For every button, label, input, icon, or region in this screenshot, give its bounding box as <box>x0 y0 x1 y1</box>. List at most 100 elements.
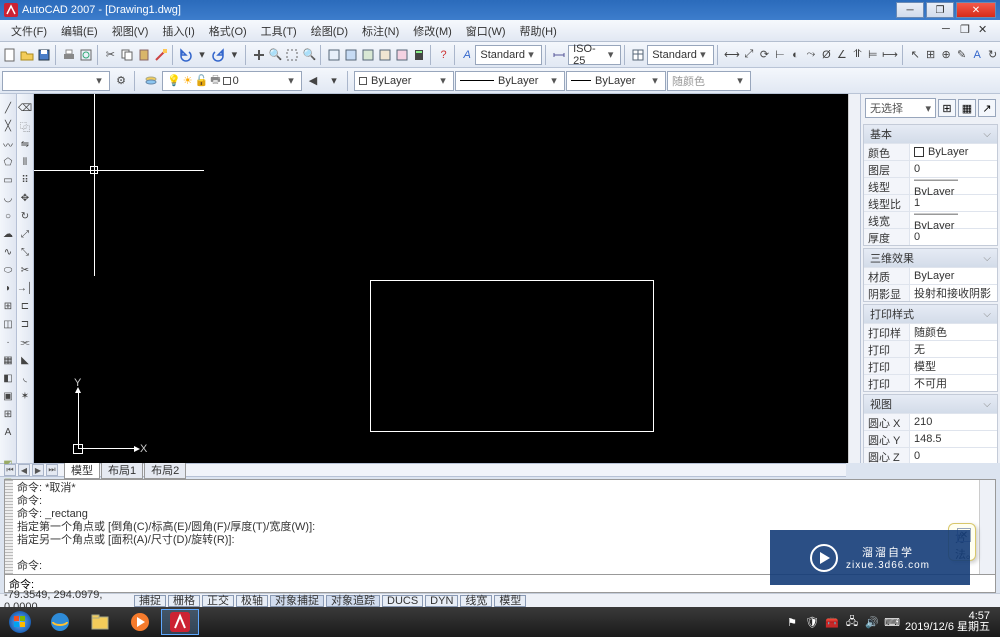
mirror-icon[interactable]: ⇋ <box>17 136 33 152</box>
pan-icon[interactable] <box>251 45 267 65</box>
tab-layout1[interactable]: 布局1 <box>101 461 143 479</box>
properties-icon[interactable] <box>326 45 342 65</box>
dimstyle-icon[interactable] <box>551 45 567 65</box>
save-icon[interactable] <box>36 45 52 65</box>
task-explorer[interactable] <box>81 609 119 635</box>
workspace-settings-icon[interactable]: ⚙ <box>111 71 131 91</box>
dim-tol-icon[interactable]: ⊞ <box>923 45 937 65</box>
scale-icon[interactable]: ⤢ <box>17 226 33 242</box>
tray-clock[interactable]: 4:57 2019/12/6 星期五 <box>905 611 994 633</box>
mode-捕捉[interactable]: 捕捉 <box>134 595 166 607</box>
move-icon[interactable]: ✥ <box>17 190 33 206</box>
tray-network-icon[interactable]: 🖧 <box>845 615 859 629</box>
menu-file[interactable]: 文件(F) <box>4 21 54 41</box>
zoom-prev-icon[interactable]: 🔍 <box>301 45 317 65</box>
hatch-icon[interactable]: ▦ <box>0 352 16 368</box>
xline-icon[interactable]: ╳ <box>0 118 16 134</box>
close-button[interactable]: ✕ <box>956 2 996 18</box>
section-head-basic[interactable]: 基本⌵ <box>864 125 997 143</box>
lineweight-dropdown[interactable]: ByLayer▾ <box>566 71 666 91</box>
pline-icon[interactable]: 〰 <box>0 136 16 152</box>
cmd-scrollbar[interactable] <box>979 480 995 574</box>
quickselect-icon[interactable]: ⊞ <box>938 99 956 117</box>
task-autocad[interactable] <box>161 609 199 635</box>
minimize-button[interactable]: ─ <box>896 2 924 18</box>
menu-tools[interactable]: 工具(T) <box>254 21 304 41</box>
cmd-grip[interactable] <box>5 480 13 574</box>
start-button[interactable] <box>0 607 40 637</box>
table-icon[interactable]: ⊞ <box>0 406 16 422</box>
plotstyle-dropdown[interactable]: 随颜色▾ <box>667 71 751 91</box>
prop-view-1[interactable]: 圆心 Y ...148.5 <box>864 430 997 447</box>
help-icon[interactable]: ? <box>436 45 450 65</box>
markup-icon[interactable] <box>394 45 410 65</box>
layer-states-icon[interactable]: ▾ <box>324 71 344 91</box>
layer-dropdown[interactable]: 💡☀🔓🖶 0 ▾ <box>162 71 302 91</box>
erase-icon[interactable]: ⌫ <box>17 100 33 116</box>
ellipse-icon[interactable]: ⬭ <box>0 262 16 278</box>
break-at-icon[interactable]: ⊏ <box>17 298 33 314</box>
layer-prev-icon[interactable]: ◀ <box>303 71 323 91</box>
plot-preview-icon[interactable] <box>78 45 94 65</box>
prop-plot-1[interactable]: 打印样...无 <box>864 340 997 357</box>
rotate-icon[interactable]: ↻ <box>17 208 33 224</box>
dim-ord-icon[interactable]: ⊢ <box>773 45 787 65</box>
doc-close[interactable]: ✕ <box>978 23 996 39</box>
trim-icon[interactable]: ✂ <box>17 262 33 278</box>
ellipse-arc-icon[interactable]: ◗ <box>0 280 16 296</box>
textstyle-dropdown[interactable]: Standard▾ <box>475 45 542 65</box>
menu-format[interactable]: 格式(O) <box>202 21 254 41</box>
prop-plot-0[interactable]: 打印样式随颜色 <box>864 323 997 340</box>
chamfer-icon[interactable]: ◣ <box>17 352 33 368</box>
tray-sound-icon[interactable]: 🔊 <box>865 615 879 629</box>
dim-edit-icon[interactable]: ✎ <box>954 45 968 65</box>
tablestyle-icon[interactable] <box>630 45 646 65</box>
mode-正交[interactable]: 正交 <box>202 595 234 607</box>
menu-view[interactable]: 视图(V) <box>105 21 156 41</box>
spline-icon[interactable]: ∿ <box>0 244 16 260</box>
section-head-plot[interactable]: 打印样式⌵ <box>864 305 997 323</box>
tab-model[interactable]: 模型 <box>64 461 100 479</box>
dim-update-icon[interactable]: ↻ <box>985 45 999 65</box>
textstyle-icon[interactable]: A <box>460 45 474 65</box>
maximize-button[interactable]: ❐ <box>926 2 954 18</box>
prop-basic-5[interactable]: 厚度0 <box>864 228 997 245</box>
match-prop-icon[interactable] <box>153 45 169 65</box>
tray-flag-icon[interactable]: ⚑ <box>785 615 799 629</box>
extend-icon[interactable]: →│ <box>17 280 33 296</box>
mode-对象追踪[interactable]: 对象追踪 <box>326 595 380 607</box>
dim-center-icon[interactable]: ⊕ <box>939 45 953 65</box>
copy-icon[interactable] <box>119 45 135 65</box>
undo-icon[interactable] <box>178 45 194 65</box>
copy-obj-icon[interactable]: ⿻ <box>17 118 33 134</box>
task-media[interactable] <box>121 609 159 635</box>
dim-dia-icon[interactable]: Ø <box>819 45 833 65</box>
dim-quick-icon[interactable]: ⥣ <box>850 45 864 65</box>
polygon-icon[interactable]: ⬠ <box>0 154 16 170</box>
menu-dim[interactable]: 标注(N) <box>355 21 406 41</box>
fillet-icon[interactable]: ◟ <box>17 370 33 386</box>
workspace-dropdown[interactable]: ▾ <box>2 71 110 91</box>
linetype-dropdown[interactable]: ByLayer▾ <box>455 71 565 91</box>
open-icon[interactable] <box>19 45 35 65</box>
gradient-icon[interactable]: ◧ <box>0 370 16 386</box>
mtext-icon[interactable]: A <box>0 424 16 440</box>
dim-aligned-icon[interactable]: ⤢ <box>742 45 756 65</box>
section-head-fx[interactable]: 三维效果⌵ <box>864 249 997 267</box>
layer-manager-icon[interactable] <box>141 71 161 91</box>
mode-极轴[interactable]: 极轴 <box>236 595 268 607</box>
pickaddtoggle-icon[interactable]: ▦ <box>958 99 976 117</box>
menu-draw[interactable]: 绘图(D) <box>304 21 355 41</box>
dim-arc-icon[interactable]: ⟳ <box>757 45 771 65</box>
tray-toolbox-icon[interactable]: 🧰 <box>825 615 839 629</box>
color-dropdown[interactable]: ByLayer▾ <box>354 71 454 91</box>
dimstyle-dropdown[interactable]: ISO-25▾ <box>568 45 621 65</box>
selection-dropdown[interactable]: 无选择▾ <box>865 98 936 118</box>
dim-linear-icon[interactable]: ⟷ <box>723 45 741 65</box>
toolpalette-icon[interactable] <box>360 45 376 65</box>
insert-block-icon[interactable]: ⊞ <box>0 298 16 314</box>
tab-last[interactable]: ⏭ <box>46 464 58 476</box>
circle-icon[interactable]: ○ <box>0 208 16 224</box>
prop-fx-0[interactable]: 材质ByLayer <box>864 267 997 284</box>
section-head-view[interactable]: 视图⌵ <box>864 395 997 413</box>
